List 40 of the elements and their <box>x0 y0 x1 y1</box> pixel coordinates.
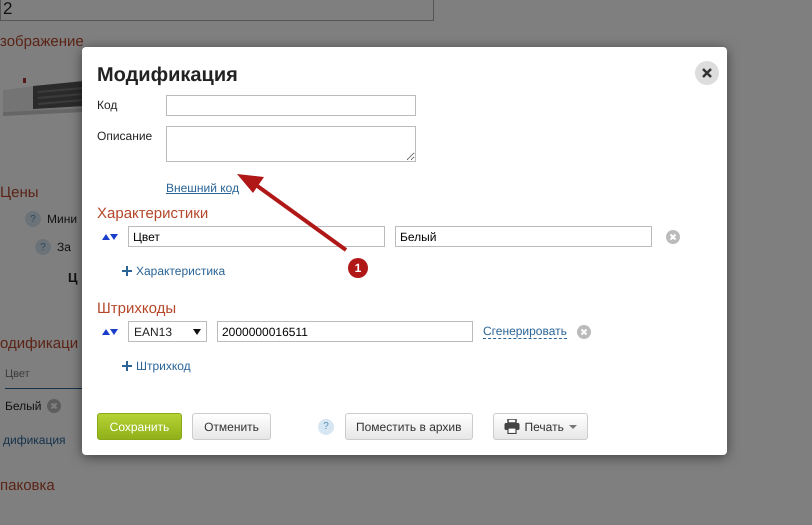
modification-link[interactable]: дификация <box>3 433 66 447</box>
table-cell: Белый <box>5 399 42 413</box>
plus-icon <box>122 266 132 276</box>
printer-icon <box>504 419 520 434</box>
cancel-button[interactable]: Отменить <box>192 413 271 440</box>
barcode-type-select[interactable]: EAN13 <box>128 321 207 342</box>
section-heading: зображение <box>0 33 84 50</box>
sort-icon[interactable] <box>102 234 118 240</box>
price-label: Мини <box>47 212 78 226</box>
value-field[interactable]: Белый <box>395 226 652 247</box>
sort-icon[interactable] <box>102 328 118 334</box>
close-button[interactable] <box>695 61 719 85</box>
remove-icon[interactable] <box>666 230 680 244</box>
close-icon <box>702 68 712 78</box>
price-label: За <box>57 240 71 254</box>
print-button[interactable]: Печать <box>492 413 588 440</box>
dialog-title: Модификация <box>97 64 238 87</box>
barcode-field[interactable]: 2000000016511 <box>217 321 473 342</box>
remove-icon[interactable] <box>47 399 62 413</box>
section-heading: Цены <box>0 184 39 201</box>
field-label: Код <box>97 97 118 112</box>
text-field[interactable]: 2 <box>0 0 434 21</box>
section-heading: одификаци <box>0 335 78 352</box>
section-heading: Штрихкоды <box>97 300 178 317</box>
field-label: Описание <box>97 128 154 143</box>
section-heading: Характеристики <box>97 205 210 222</box>
section-heading: паковка <box>0 477 55 494</box>
archive-button[interactable]: Поместить в архив <box>345 413 473 440</box>
dropdown-icon <box>193 328 201 334</box>
caret-icon <box>568 424 577 428</box>
external-code-link[interactable]: Внешний код <box>166 181 240 195</box>
add-characteristic-link[interactable]: Характеристика <box>122 264 226 278</box>
price-label: Ц <box>68 270 78 285</box>
plus-icon <box>122 361 132 371</box>
add-barcode-link[interactable]: Штрихкод <box>122 359 191 373</box>
code-field[interactable] <box>166 95 416 116</box>
name-field[interactable]: Цвет <box>128 226 385 247</box>
description-field[interactable] <box>166 126 416 162</box>
generate-link[interactable]: Сгенерировать <box>483 324 567 339</box>
remove-icon[interactable] <box>576 324 591 338</box>
